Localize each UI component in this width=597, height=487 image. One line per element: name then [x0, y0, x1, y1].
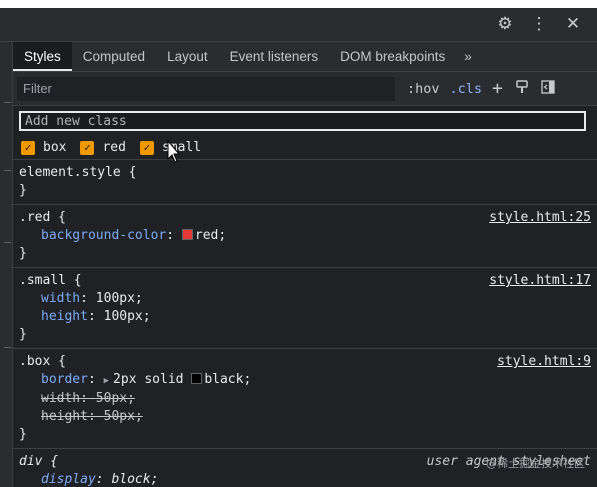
paint-brush-icon[interactable] — [515, 79, 529, 98]
filter-bar: :hov .cls + — [13, 72, 597, 106]
checkbox-checked-icon[interactable]: ✓ — [80, 140, 95, 155]
rule-close-brace: } — [19, 246, 27, 261]
property-value[interactable]: 100px; — [104, 309, 151, 324]
gutter-tick — [4, 347, 11, 348]
expand-triangle-icon[interactable]: ▶ — [104, 376, 109, 386]
rule-red: .red { style.html:25 background-color: r… — [13, 205, 597, 268]
declaration: display: block; — [41, 472, 159, 487]
property-name[interactable]: height — [41, 409, 88, 424]
tab-layout[interactable]: Layout — [156, 42, 219, 71]
watermark: @稀土掘金技术社区 — [486, 457, 585, 470]
source-link[interactable]: style.html:17 — [489, 272, 591, 290]
property-value[interactable]: red — [195, 228, 218, 243]
property-value[interactable]: 100px; — [96, 291, 143, 306]
class-item-box[interactable]: ✓ box — [21, 140, 66, 155]
more-vertical-icon[interactable]: ⋮ — [529, 14, 549, 34]
tab-computed[interactable]: Computed — [72, 42, 156, 71]
color-swatch-icon[interactable] — [191, 373, 203, 384]
hover-state-button[interactable]: :hov — [407, 81, 440, 97]
devtools-titlebar: ⚙ ⋮ ✕ — [0, 8, 597, 42]
class-checkbox-list: ✓ box ✓ red ✓ small — [13, 136, 597, 160]
rule-small: .small { style.html:17 width: 100px; hei… — [13, 268, 597, 349]
more-tabs-button[interactable]: » — [456, 42, 480, 71]
rule-selector[interactable]: element.style { — [19, 164, 591, 182]
left-gutter — [0, 42, 13, 487]
source-link[interactable]: style.html:9 — [497, 353, 591, 371]
gutter-tick — [4, 102, 11, 103]
source-link[interactable]: style.html:25 — [489, 209, 591, 227]
declaration[interactable]: width: 100px; — [19, 290, 591, 308]
rule-close-brace: } — [19, 427, 27, 442]
checkbox-checked-icon[interactable]: ✓ — [139, 140, 154, 155]
class-toggle-button[interactable]: .cls — [450, 81, 483, 97]
add-class-row — [13, 106, 597, 136]
property-name[interactable]: width — [41, 291, 80, 306]
overridden-declaration[interactable]: height: 50px; — [19, 408, 591, 426]
declaration[interactable]: height: 100px; — [19, 308, 591, 326]
class-label: red — [102, 140, 126, 155]
checkbox-checked-icon[interactable]: ✓ — [21, 140, 35, 155]
property-name[interactable]: border — [41, 372, 88, 387]
rule-box: .box { style.html:9 border: ▶ 2px solid b… — [13, 349, 597, 449]
overridden-declaration[interactable]: width: 50px; — [19, 390, 591, 408]
rule-close-brace: } — [19, 327, 27, 342]
property-value[interactable]: black; — [204, 372, 251, 387]
tab-dom-breakpoints[interactable]: DOM breakpoints — [329, 42, 456, 71]
gear-icon[interactable]: ⚙ — [495, 14, 515, 34]
class-item-red[interactable]: ✓ red — [80, 140, 126, 155]
property-value[interactable]: 50px; — [104, 409, 143, 424]
tab-event-listeners[interactable]: Event listeners — [219, 42, 330, 71]
rule-element-style: element.style { } — [13, 160, 597, 205]
declaration[interactable]: border: ▶ 2px solid black; — [19, 371, 591, 390]
property-name[interactable]: background-color — [41, 228, 166, 243]
add-class-input[interactable] — [19, 111, 586, 131]
filter-input[interactable] — [17, 76, 395, 101]
toggle-sidebar-icon[interactable] — [541, 79, 555, 98]
property-name[interactable]: width — [41, 391, 80, 406]
tab-styles[interactable]: Styles — [13, 42, 72, 71]
property-value: block; — [111, 472, 159, 487]
class-label: box — [43, 140, 67, 155]
declaration[interactable]: background-color: red; — [19, 227, 591, 245]
window-top-edge — [0, 0, 597, 8]
gutter-tick — [4, 170, 11, 171]
mouse-cursor-icon — [167, 139, 180, 163]
property-value[interactable]: 2px solid — [113, 372, 191, 387]
color-swatch-icon[interactable] — [181, 229, 193, 240]
gutter-tick — [4, 242, 11, 243]
property-name: display — [41, 472, 96, 487]
property-name[interactable]: height — [41, 309, 88, 324]
close-icon[interactable]: ✕ — [563, 14, 583, 34]
rule-close-brace: } — [19, 183, 27, 198]
property-value[interactable]: 50px; — [96, 391, 135, 406]
titlebar-icons: ⚙ ⋮ ✕ — [495, 14, 583, 34]
tab-bar: Styles Computed Layout Event listeners D… — [13, 42, 597, 72]
styles-panel: Styles Computed Layout Event listeners D… — [13, 42, 597, 487]
new-style-rule-button[interactable]: + — [492, 78, 503, 99]
